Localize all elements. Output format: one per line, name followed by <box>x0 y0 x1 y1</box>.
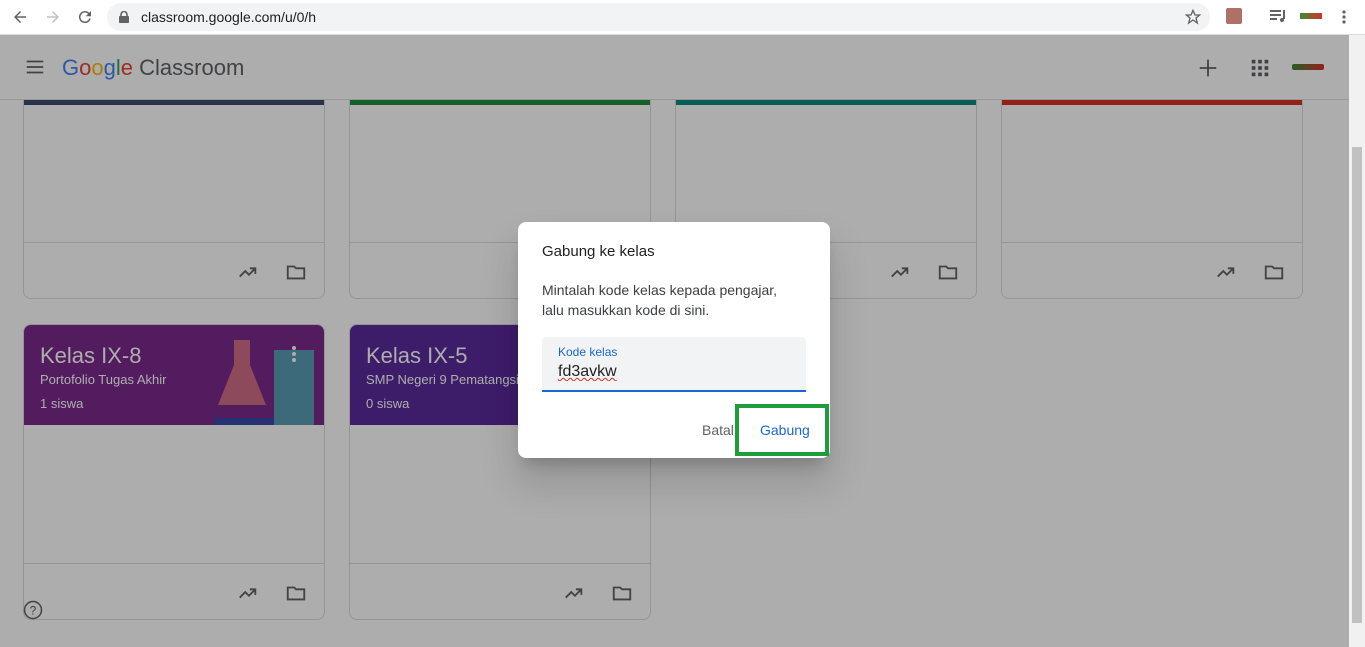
page-scrollbar[interactable] <box>1349 35 1365 647</box>
dialog-title: Gabung ke kelas <box>542 243 655 260</box>
profile-extension-icon[interactable] <box>1300 13 1322 19</box>
playlist-icon[interactable] <box>1269 8 1287 24</box>
forward-icon[interactable] <box>41 5 65 29</box>
url-text: classroom.google.com/u/0/h <box>141 9 317 25</box>
back-icon[interactable] <box>8 5 32 29</box>
dialog-instructions: Mintalah kode kelas kepada pengajar, lal… <box>542 282 778 318</box>
scrollbar-thumb[interactable] <box>1352 147 1362 623</box>
star-icon[interactable] <box>1185 9 1201 25</box>
lock-icon <box>119 11 129 23</box>
reload-icon[interactable] <box>73 5 97 29</box>
browser-toolbar: classroom.google.com/u/0/h <box>0 0 1365 35</box>
class-code-field[interactable]: Kode kelas <box>542 337 806 392</box>
class-code-label: Kode kelas <box>558 345 618 359</box>
address-bar[interactable]: classroom.google.com/u/0/h <box>107 3 1210 31</box>
browser-menu-icon[interactable] <box>1336 9 1352 25</box>
cancel-button[interactable]: Batal <box>702 422 734 438</box>
class-code-input[interactable] <box>558 361 788 383</box>
join-button-highlight <box>735 404 829 456</box>
pdf-extension-icon[interactable] <box>1226 8 1242 24</box>
